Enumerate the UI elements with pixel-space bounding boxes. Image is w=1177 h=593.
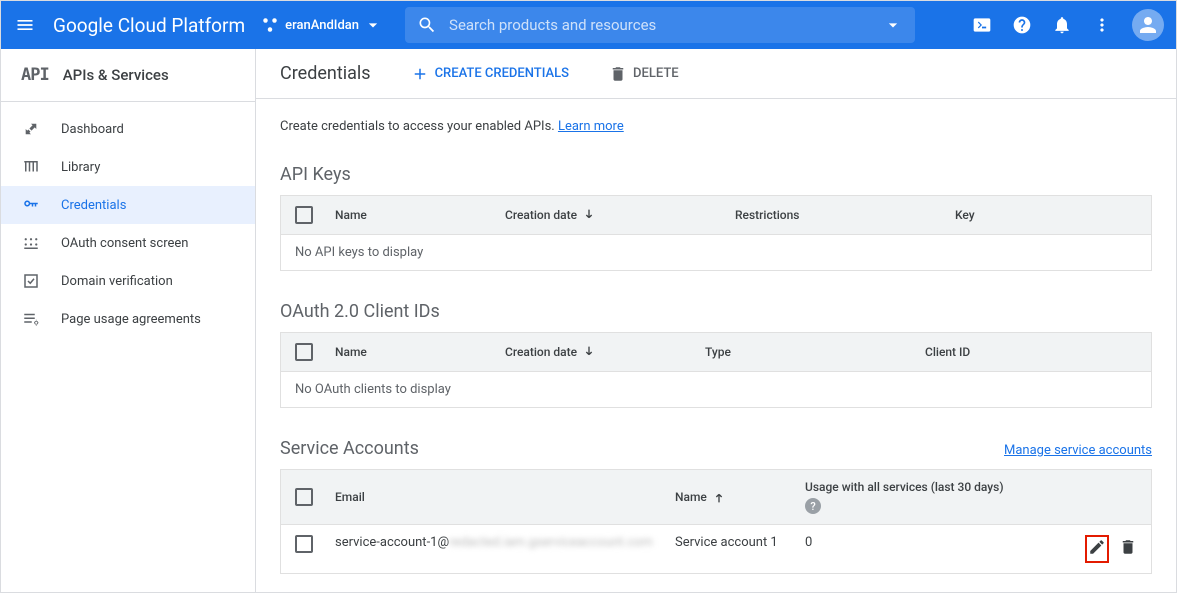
sidebar-item-credentials[interactable]: Credentials bbox=[1, 186, 255, 224]
sidebar: API APIs & Services Dashboard Library Cr… bbox=[1, 49, 256, 592]
service-accounts-header-row: Email Name Usage with all services (last… bbox=[280, 469, 1152, 525]
oauth-header-row: Name Creation date Type Client ID bbox=[280, 332, 1152, 372]
col-name[interactable]: Name bbox=[675, 489, 805, 505]
sidebar-item-label: OAuth consent screen bbox=[61, 236, 188, 251]
col-key[interactable]: Key bbox=[955, 208, 1137, 222]
col-client-id[interactable]: Client ID bbox=[925, 345, 1137, 359]
sidebar-item-library[interactable]: Library bbox=[1, 148, 255, 186]
sidebar-item-page-usage[interactable]: Page usage agreements bbox=[1, 300, 255, 338]
sidebar-item-label: Credentials bbox=[61, 198, 126, 213]
plus-icon bbox=[411, 65, 429, 83]
trash-icon bbox=[1119, 538, 1137, 556]
learn-more-link[interactable]: Learn more bbox=[558, 119, 624, 134]
api-icon: API bbox=[21, 65, 49, 85]
row-checkbox[interactable] bbox=[295, 535, 313, 553]
page-title: Credentials bbox=[280, 63, 371, 84]
create-label: CREATE CREDENTIALS bbox=[435, 66, 569, 81]
arrow-up-icon bbox=[711, 489, 727, 505]
list-settings-icon bbox=[21, 310, 41, 328]
api-keys-header-row: Name Creation date Restrictions Key bbox=[280, 195, 1152, 235]
search-box[interactable] bbox=[405, 7, 915, 43]
trash-icon bbox=[609, 65, 627, 83]
sidebar-item-oauth-consent[interactable]: OAuth consent screen bbox=[1, 224, 255, 262]
select-all-checkbox[interactable] bbox=[295, 488, 313, 506]
service-accounts-section: Service Accounts Manage service accounts… bbox=[280, 438, 1152, 574]
dashboard-icon bbox=[21, 120, 41, 138]
person-icon bbox=[1136, 13, 1160, 37]
col-creation-date[interactable]: Creation date bbox=[505, 207, 735, 223]
pencil-icon bbox=[1088, 538, 1106, 556]
sidebar-item-label: Dashboard bbox=[61, 122, 124, 137]
service-accounts-title: Service Accounts bbox=[280, 438, 419, 459]
col-usage[interactable]: Usage with all services (last 30 days)? bbox=[805, 480, 1075, 514]
notifications-icon[interactable] bbox=[1052, 15, 1072, 35]
col-email[interactable]: Email bbox=[335, 490, 675, 504]
main-content: Credentials CREATE CREDENTIALS DELETE Cr… bbox=[256, 49, 1176, 592]
api-keys-empty: No API keys to display bbox=[280, 235, 1152, 271]
project-name: eranAndIdan bbox=[285, 18, 359, 33]
oauth-title: OAuth 2.0 Client IDs bbox=[280, 301, 1152, 322]
avatar[interactable] bbox=[1132, 9, 1164, 41]
select-all-checkbox[interactable] bbox=[295, 343, 313, 361]
sidebar-title: APIs & Services bbox=[63, 66, 169, 84]
select-all-checkbox[interactable] bbox=[295, 206, 313, 224]
arrow-down-icon bbox=[581, 207, 597, 223]
more-vert-icon[interactable] bbox=[1092, 15, 1112, 35]
sidebar-item-label: Page usage agreements bbox=[61, 312, 201, 327]
product-name: Google Cloud Platform bbox=[53, 14, 245, 37]
help-tooltip-icon[interactable]: ? bbox=[805, 498, 821, 514]
oauth-empty: No OAuth clients to display bbox=[280, 372, 1152, 408]
chevron-down-icon[interactable] bbox=[883, 15, 903, 35]
search-input[interactable] bbox=[449, 16, 883, 34]
help-icon[interactable] bbox=[1012, 15, 1032, 35]
consent-icon bbox=[21, 234, 41, 252]
api-keys-section: API Keys Name Creation date Restrictions… bbox=[280, 164, 1152, 271]
top-header: Google Cloud Platform eranAndIdan bbox=[1, 1, 1176, 49]
sidebar-item-domain-verification[interactable]: Domain verification bbox=[1, 262, 255, 300]
delete-row-button[interactable] bbox=[1119, 538, 1137, 560]
arrow-down-icon bbox=[581, 344, 597, 360]
cell-name: Service account 1 bbox=[675, 535, 805, 550]
col-name[interactable]: Name bbox=[335, 345, 505, 359]
col-creation-date[interactable]: Creation date bbox=[505, 344, 705, 360]
delete-label: DELETE bbox=[633, 66, 679, 81]
col-name[interactable]: Name bbox=[335, 208, 505, 222]
sidebar-item-dashboard[interactable]: Dashboard bbox=[1, 110, 255, 148]
search-icon bbox=[417, 15, 437, 35]
key-icon bbox=[21, 196, 41, 214]
main-header: Credentials CREATE CREDENTIALS DELETE bbox=[256, 49, 1176, 99]
col-restrictions[interactable]: Restrictions bbox=[735, 208, 955, 222]
cloud-shell-icon[interactable] bbox=[972, 15, 992, 35]
chevron-down-icon bbox=[363, 15, 383, 35]
project-selector[interactable]: eranAndIdan bbox=[261, 15, 389, 35]
table-row: service-account-1@redacted.iam.gservicea… bbox=[280, 525, 1152, 574]
edit-button[interactable] bbox=[1085, 535, 1109, 563]
sidebar-item-label: Domain verification bbox=[61, 274, 173, 289]
col-type[interactable]: Type bbox=[705, 345, 925, 359]
manage-service-accounts-link[interactable]: Manage service accounts bbox=[1004, 443, 1152, 458]
library-icon bbox=[21, 158, 41, 176]
hamburger-menu-icon[interactable] bbox=[13, 13, 37, 37]
create-credentials-button[interactable]: CREATE CREDENTIALS bbox=[411, 65, 569, 83]
cell-email: service-account-1@redacted.iam.gservicea… bbox=[335, 535, 675, 550]
intro-text: Create credentials to access your enable… bbox=[280, 119, 1152, 134]
verified-icon bbox=[21, 272, 41, 290]
api-keys-title: API Keys bbox=[280, 164, 1152, 185]
sidebar-item-label: Library bbox=[61, 160, 100, 175]
delete-button[interactable]: DELETE bbox=[609, 65, 679, 83]
sidebar-header[interactable]: API APIs & Services bbox=[1, 49, 255, 102]
cell-usage: 0 bbox=[805, 535, 1075, 550]
oauth-section: OAuth 2.0 Client IDs Name Creation date … bbox=[280, 301, 1152, 408]
